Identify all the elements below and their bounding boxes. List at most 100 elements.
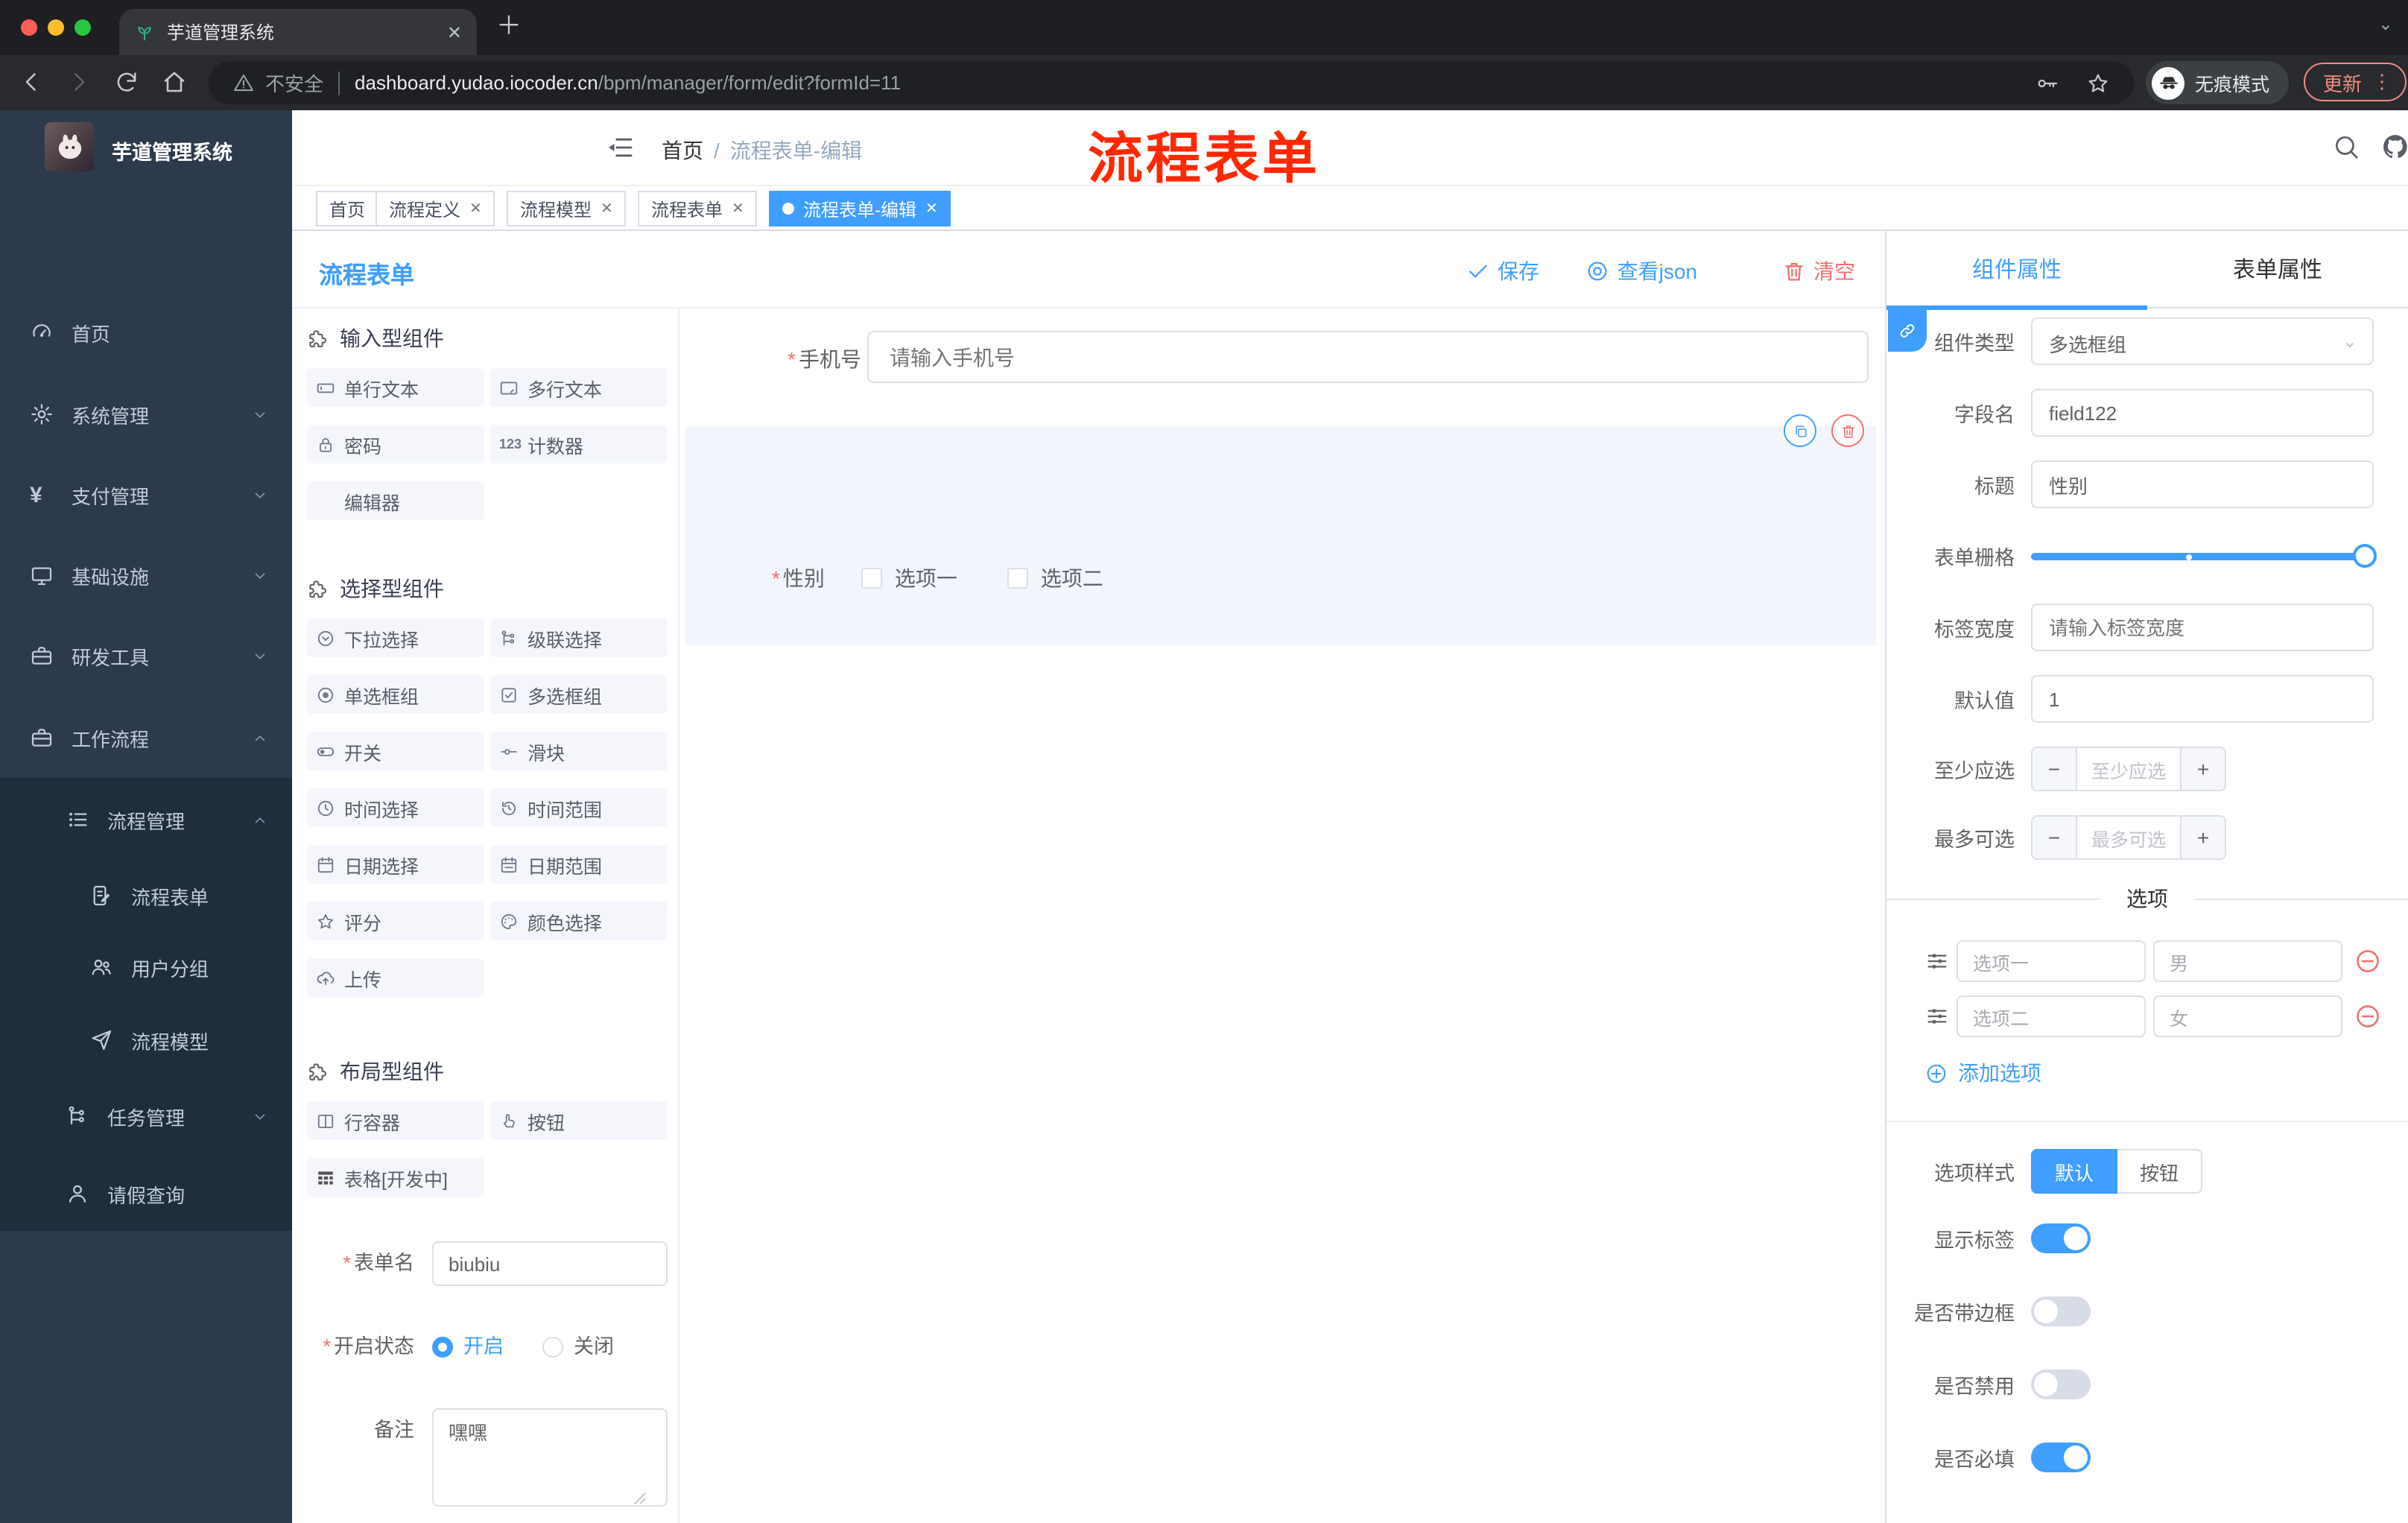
tag-process-form-edit[interactable]: 流程表单-编辑 ✕ bbox=[769, 191, 951, 227]
component-select[interactable]: 下拉选择 bbox=[307, 618, 484, 657]
component-button[interactable]: 按钮 bbox=[490, 1101, 668, 1140]
browser-tab[interactable]: 芋道管理系统 ✕ bbox=[119, 9, 477, 55]
sidebar-item-workflow[interactable]: 工作流程 bbox=[0, 700, 292, 775]
status-radio-on[interactable]: 开启 bbox=[432, 1325, 504, 1370]
with-border-toggle[interactable] bbox=[2031, 1296, 2091, 1326]
delete-component-button[interactable] bbox=[1831, 414, 1864, 447]
tag-process-model[interactable]: 流程模型 ✕ bbox=[507, 191, 627, 227]
default-value-input[interactable] bbox=[2031, 675, 2374, 723]
save-button[interactable]: 保存 bbox=[1466, 256, 1539, 286]
window-zoom-button[interactable] bbox=[75, 19, 91, 36]
style-button-button[interactable]: 按钮 bbox=[2117, 1149, 2203, 1194]
drag-handle-icon[interactable] bbox=[1925, 1004, 1949, 1028]
form-grid-slider[interactable] bbox=[2031, 532, 2377, 580]
tag-close-icon[interactable]: ✕ bbox=[925, 200, 938, 217]
option-label-input[interactable] bbox=[1956, 940, 2146, 982]
sidebar-item-system[interactable]: 系统管理 bbox=[0, 377, 292, 452]
sidebar-collapse-icon[interactable] bbox=[605, 133, 635, 162]
slider-handle[interactable] bbox=[2353, 544, 2377, 568]
component-password[interactable]: 密码 bbox=[307, 425, 484, 463]
component-cascader[interactable]: 级联选择 bbox=[490, 618, 668, 657]
clear-button[interactable]: 清空 bbox=[1782, 256, 1855, 286]
tab-search-icon[interactable]: ⌄ bbox=[2378, 13, 2393, 34]
tab-close-icon[interactable]: ✕ bbox=[447, 22, 462, 42]
stepper-plus-button[interactable]: + bbox=[2182, 817, 2225, 858]
new-tab-button[interactable]: ＋ bbox=[496, 10, 522, 43]
gender-checkbox-2[interactable] bbox=[1007, 568, 1029, 589]
add-option-button[interactable]: 添加选项 bbox=[1925, 1058, 2408, 1088]
link-drawer-handle[interactable] bbox=[1888, 308, 1927, 352]
tab-component-props[interactable]: 组件属性 bbox=[1886, 231, 2147, 307]
component-single-text[interactable]: 单行文本 bbox=[307, 368, 484, 407]
component-switch[interactable]: 开关 bbox=[307, 732, 484, 770]
disabled-toggle[interactable] bbox=[2031, 1370, 2091, 1399]
component-upload[interactable]: 上传 bbox=[307, 958, 484, 997]
address-bar[interactable]: 不安全 dashboard.yudao.iocoder.cn/bpm/manag… bbox=[209, 61, 2134, 104]
sidebar-item-devtools[interactable]: 研发工具 bbox=[0, 618, 292, 693]
required-toggle[interactable] bbox=[2031, 1443, 2091, 1472]
component-date-picker[interactable]: 日期选择 bbox=[307, 845, 484, 884]
component-counter[interactable]: 123 计数器 bbox=[490, 425, 668, 463]
browser-menu-dots-icon[interactable]: ⋮ bbox=[2372, 70, 2392, 94]
sidebar-item-infra[interactable]: 基础设施 bbox=[0, 538, 292, 612]
component-checkbox-group[interactable]: 多选框组 bbox=[490, 675, 668, 714]
resize-handle-icon[interactable] bbox=[633, 1492, 647, 1505]
stepper-minus-button[interactable]: − bbox=[2032, 817, 2076, 858]
form-remark-textarea[interactable]: 嘿嘿 bbox=[432, 1408, 668, 1507]
selected-component-gender[interactable]: * 性别 选项一 选项二 bbox=[685, 426, 1876, 645]
field-name-input[interactable] bbox=[2031, 389, 2374, 437]
tag-home[interactable]: 首页 bbox=[316, 191, 379, 227]
tag-process-definition[interactable]: 流程定义 ✕ bbox=[376, 191, 495, 227]
component-color-picker[interactable]: 颜色选择 bbox=[490, 902, 668, 940]
component-table[interactable]: 表格[开发中] bbox=[307, 1158, 484, 1197]
title-input[interactable] bbox=[2031, 460, 2374, 508]
back-icon[interactable] bbox=[18, 69, 45, 95]
remove-option-icon[interactable] bbox=[2354, 948, 2381, 975]
sidebar-item-process-mgmt[interactable]: 流程管理 bbox=[0, 782, 292, 857]
component-radio-group[interactable]: 单选框组 bbox=[307, 675, 484, 714]
component-time-picker[interactable]: 时间选择 bbox=[307, 788, 484, 827]
option-value-input[interactable] bbox=[2153, 995, 2342, 1037]
option-label-input[interactable] bbox=[1956, 995, 2146, 1037]
component-editor[interactable]: 编辑器 bbox=[307, 481, 484, 520]
label-width-input[interactable] bbox=[2031, 604, 2374, 651]
sidebar-item-user-group[interactable]: 用户分组 bbox=[0, 930, 292, 1004]
stepper-plus-button[interactable]: + bbox=[2182, 748, 2225, 790]
option-value-input[interactable] bbox=[2153, 940, 2342, 982]
stepper-input[interactable]: 至少应选 bbox=[2076, 748, 2182, 790]
sidebar-item-payment[interactable]: ¥ 支付管理 bbox=[0, 457, 292, 532]
sidebar-item-home[interactable]: 首页 bbox=[0, 295, 292, 370]
stepper-input[interactable]: 最多可选 bbox=[2076, 817, 2182, 858]
tag-process-form[interactable]: 流程表单 ✕ bbox=[638, 191, 758, 227]
status-radio-off[interactable]: 关闭 bbox=[542, 1325, 614, 1370]
show-label-toggle[interactable] bbox=[2031, 1223, 2091, 1253]
home-icon[interactable] bbox=[161, 69, 188, 95]
component-slider[interactable]: 滑块 bbox=[490, 732, 668, 770]
component-row-container[interactable]: 行容器 bbox=[307, 1101, 484, 1140]
form-name-input[interactable] bbox=[432, 1241, 668, 1286]
tag-close-icon[interactable]: ✕ bbox=[601, 200, 613, 217]
duplicate-component-button[interactable] bbox=[1784, 414, 1816, 447]
component-multi-text[interactable]: 多行文本 bbox=[490, 368, 668, 407]
component-rate[interactable]: 评分 bbox=[307, 902, 484, 940]
component-date-range[interactable]: 日期范围 bbox=[490, 845, 668, 884]
view-json-button[interactable]: 查看json bbox=[1586, 256, 1697, 286]
search-icon[interactable] bbox=[2332, 133, 2360, 161]
sidebar-item-process-model[interactable]: 流程模型 bbox=[0, 1003, 292, 1077]
browser-update-button[interactable]: 更新 ⋮ bbox=[2304, 63, 2407, 101]
drag-handle-icon[interactable] bbox=[1925, 949, 1949, 973]
password-key-icon[interactable] bbox=[2035, 71, 2059, 95]
breadcrumb-home[interactable]: 首页 bbox=[662, 139, 703, 162]
stepper-minus-button[interactable]: − bbox=[2032, 748, 2076, 790]
gender-checkbox-1[interactable] bbox=[861, 568, 883, 589]
github-icon[interactable] bbox=[2381, 133, 2408, 161]
sidebar-item-leave-query[interactable]: 请假查询 bbox=[0, 1156, 292, 1231]
bookmark-star-icon[interactable] bbox=[2086, 71, 2110, 95]
tab-form-props[interactable]: 表单属性 bbox=[2147, 231, 2408, 307]
style-default-button[interactable]: 默认 bbox=[2031, 1149, 2118, 1194]
remove-option-icon[interactable] bbox=[2354, 1003, 2381, 1030]
tag-close-icon[interactable]: ✕ bbox=[732, 200, 744, 217]
reload-icon[interactable] bbox=[113, 69, 140, 95]
component-type-select[interactable]: 多选框组 ⌄ bbox=[2031, 317, 2374, 365]
window-minimize-button[interactable] bbox=[48, 19, 64, 36]
